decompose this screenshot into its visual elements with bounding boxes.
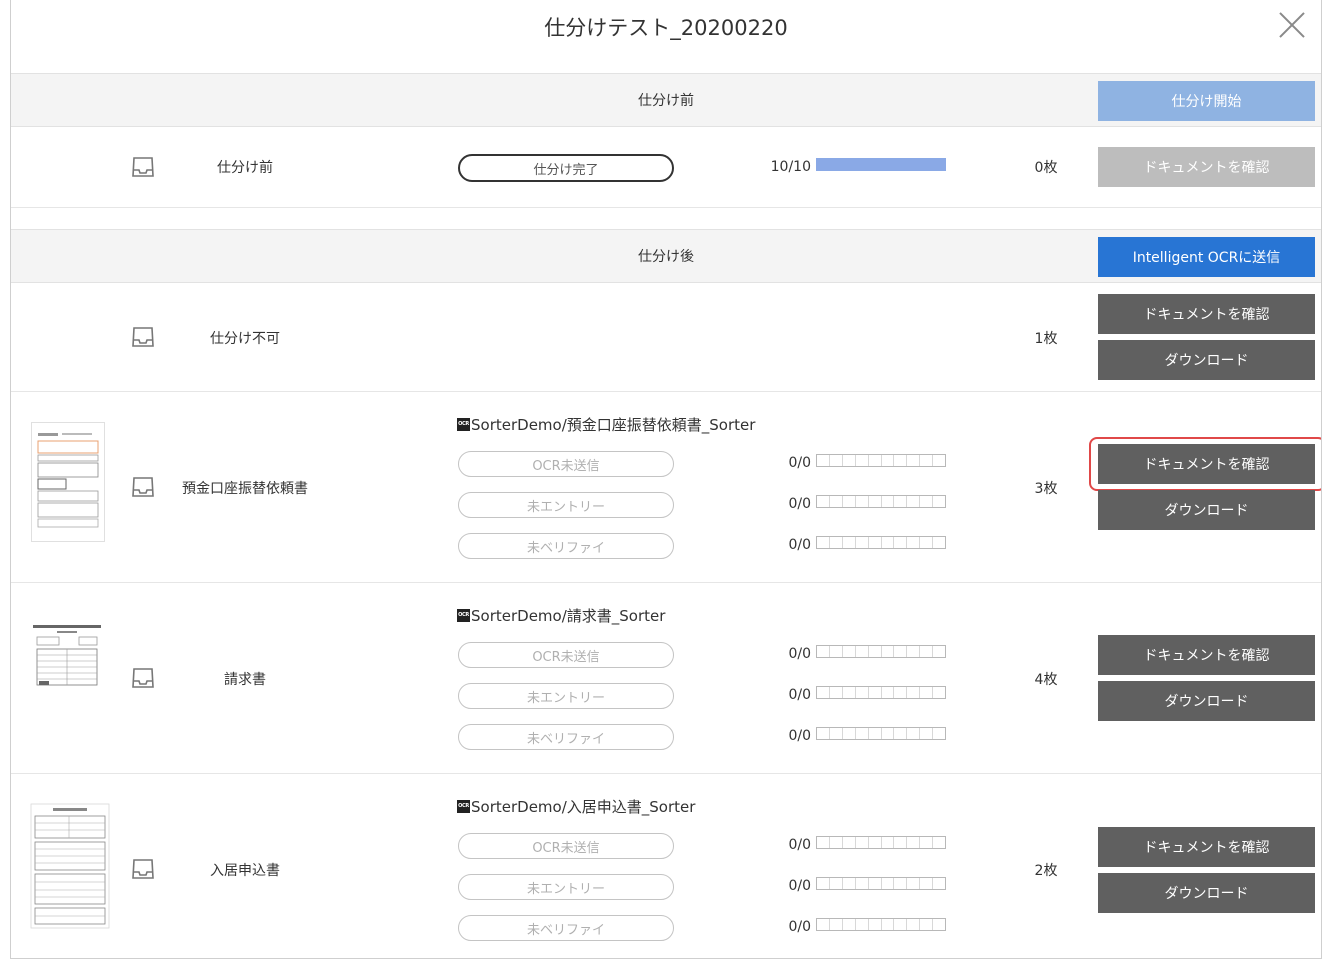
unsortable-confirm-documents-button[interactable]: ドキュメントを確認 xyxy=(1098,294,1315,334)
status-ocr-unsent: OCR未送信 xyxy=(458,833,674,859)
unsortable-download-button[interactable]: ダウンロード xyxy=(1098,340,1315,380)
progress-bar xyxy=(816,877,946,890)
progress-text: 0/0 xyxy=(788,537,811,553)
form-download-button[interactable]: ダウンロード xyxy=(1098,490,1315,530)
tray-icon xyxy=(132,477,154,497)
tray-icon xyxy=(132,668,154,688)
tray-icon xyxy=(132,157,154,177)
ocr-badge-icon: OCR xyxy=(457,418,470,431)
progress-bar xyxy=(816,454,946,467)
form-title: OCR SorterDemo/入居申込書_Sorter xyxy=(457,796,695,817)
status-ocr-unsent: OCR未送信 xyxy=(458,451,674,477)
unsortable-label: 仕分け不可 xyxy=(210,331,280,347)
form-label: 入居申込書 xyxy=(210,863,280,879)
close-icon[interactable] xyxy=(1275,8,1309,42)
ocr-badge-icon: OCR xyxy=(457,609,470,622)
form-label: 預金口座振替依頼書 xyxy=(182,481,308,497)
progress-text: 0/0 xyxy=(788,646,811,662)
before-row: 仕分け前 仕分け完了 10/10 0枚 ドキュメントを確認 xyxy=(11,127,1321,207)
status-unentered: 未エントリー xyxy=(458,492,674,518)
status-unentered: 未エントリー xyxy=(458,683,674,709)
progress-bar xyxy=(816,918,946,931)
start-sorting-button[interactable]: 仕分け開始 xyxy=(1098,81,1315,121)
document-thumbnail[interactable] xyxy=(29,802,111,930)
status-ocr-unsent: OCR未送信 xyxy=(458,642,674,668)
progress-text: 0/0 xyxy=(788,837,811,853)
document-thumbnail[interactable] xyxy=(31,623,103,695)
before-progress-fill xyxy=(816,158,946,171)
form-row-invoice: 請求書 OCR SorterDemo/請求書_Sorter OCR未送信 0/0… xyxy=(11,583,1321,773)
before-section-header: 仕分け前 仕分け開始 xyxy=(11,73,1321,127)
unsortable-row: 仕分け不可 1枚 ドキュメントを確認 ダウンロード xyxy=(11,283,1321,391)
status-unentered: 未エントリー xyxy=(458,874,674,900)
document-thumbnail[interactable] xyxy=(31,422,105,542)
progress-text: 0/0 xyxy=(788,455,811,471)
form-count: 4枚 xyxy=(1034,672,1058,688)
progress-bar xyxy=(816,836,946,849)
divider xyxy=(11,207,1321,208)
progress-bar xyxy=(816,536,946,549)
form-confirm-documents-button[interactable]: ドキュメントを確認 xyxy=(1098,635,1315,675)
form-download-button[interactable]: ダウンロード xyxy=(1098,681,1315,721)
progress-text: 0/0 xyxy=(788,878,811,894)
before-progress-text: 10/10 xyxy=(770,159,811,175)
sorting-dialog: 仕分けテスト_20200220 仕分け前 仕分け開始 仕分け前 仕分け完了 10… xyxy=(10,0,1322,959)
sorting-complete-status: 仕分け完了 xyxy=(458,154,674,182)
form-row-deposit: 預金口座振替依頼書 OCR SorterDemo/預金口座振替依頼書_Sorte… xyxy=(11,392,1321,582)
tray-icon xyxy=(132,327,154,347)
form-title-text: SorterDemo/請求書_Sorter xyxy=(471,607,666,625)
dialog-title: 仕分けテスト_20200220 xyxy=(544,16,788,40)
progress-text: 0/0 xyxy=(788,919,811,935)
progress-bar xyxy=(816,727,946,740)
form-count: 3枚 xyxy=(1034,481,1058,497)
form-title-text: SorterDemo/預金口座振替依頼書_Sorter xyxy=(471,416,756,434)
form-count: 2枚 xyxy=(1034,863,1058,879)
status-unverified: 未ベリファイ xyxy=(458,533,674,559)
progress-text: 0/0 xyxy=(788,687,811,703)
tray-icon xyxy=(132,859,154,879)
progress-bar xyxy=(816,645,946,658)
form-confirm-documents-button[interactable]: ドキュメントを確認 xyxy=(1098,444,1315,484)
progress-text: 0/0 xyxy=(788,728,811,744)
progress-bar xyxy=(816,686,946,699)
before-count: 0枚 xyxy=(1034,160,1058,176)
status-unverified: 未ベリファイ xyxy=(458,724,674,750)
form-title-text: SorterDemo/入居申込書_Sorter xyxy=(471,798,696,816)
progress-text: 0/0 xyxy=(788,496,811,512)
status-unverified: 未ベリファイ xyxy=(458,915,674,941)
form-title: OCR SorterDemo/預金口座振替依頼書_Sorter xyxy=(457,414,755,435)
unsortable-count: 1枚 xyxy=(1034,331,1058,347)
form-download-button[interactable]: ダウンロード xyxy=(1098,873,1315,913)
send-to-ocr-button[interactable]: Intelligent OCRに送信 xyxy=(1098,237,1315,277)
before-confirm-documents-button[interactable]: ドキュメントを確認 xyxy=(1098,147,1315,187)
progress-bar xyxy=(816,495,946,508)
ocr-badge-icon: OCR xyxy=(457,800,470,813)
form-label: 請求書 xyxy=(224,672,266,688)
before-row-label: 仕分け前 xyxy=(217,160,273,176)
form-confirm-documents-button[interactable]: ドキュメントを確認 xyxy=(1098,827,1315,867)
after-section-header: 仕分け後 Intelligent OCRに送信 xyxy=(11,229,1321,283)
form-row-application: 入居申込書 OCR SorterDemo/入居申込書_Sorter OCR未送信… xyxy=(11,774,1321,958)
form-title: OCR SorterDemo/請求書_Sorter xyxy=(457,605,665,626)
